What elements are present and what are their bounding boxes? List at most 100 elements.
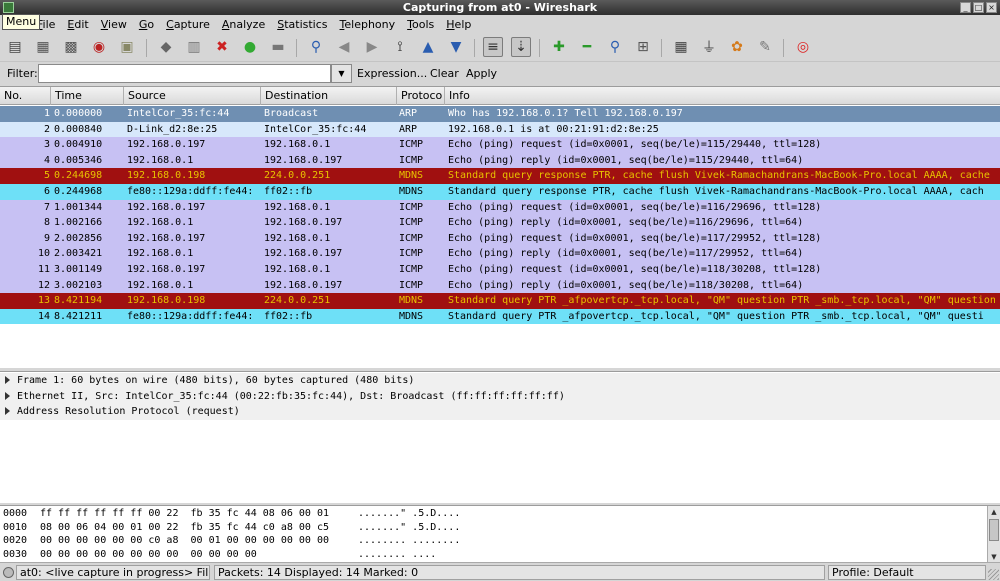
menu-go[interactable]: Go — [139, 18, 154, 31]
table-row[interactable]: 9 2.002856 192.168.0.197 192.168.0.1 ICMP Ech… — [0, 230, 1000, 247]
table-row[interactable]: 14 8.421211 fe80::129a:ddff:fe44: ff02::fb M… — [0, 308, 1000, 325]
cell-time: 8.421211 — [54, 310, 103, 322]
help-icon[interactable]: ◎ — [793, 37, 813, 57]
column-info[interactable]: Info — [445, 87, 1000, 105]
clear-button[interactable]: Clear — [430, 67, 459, 80]
toolbar-separator — [296, 39, 297, 57]
go-to-packet-icon[interactable]: ⟟ — [390, 37, 410, 57]
stop-capture-icon[interactable]: ◉ — [89, 37, 109, 57]
column-protocol[interactable]: Protoco — [397, 87, 445, 105]
menu-statistics[interactable]: Statistics — [277, 18, 327, 31]
reload-icon[interactable]: ● — [240, 37, 260, 57]
table-row[interactable]: 13 8.421194 192.168.0.198 224.0.0.251 MDNS St… — [0, 293, 1000, 309]
cell-no: 4 — [43, 154, 50, 166]
detail-tree-item[interactable]: Address Resolution Protocol (request) — [0, 404, 1000, 420]
save-file-icon[interactable]: ▥ — [184, 37, 204, 57]
zoom-out-icon[interactable]: ━ — [577, 37, 597, 57]
table-row[interactable]: 5 0.244698 192.168.0.198 224.0.0.251 MDNS Sta… — [0, 168, 1000, 184]
close-window-button[interactable]: × — [986, 2, 997, 13]
interfaces-icon[interactable]: ▤ — [5, 37, 25, 57]
cell-src: 192.168.0.197 — [127, 139, 206, 151]
bytes-hex: 00 00 00 00 00 00 00 00 00 00 00 00 — [40, 548, 257, 560]
start-capture-icon[interactable]: ▩ — [61, 37, 81, 57]
expression-button[interactable]: Expression... — [357, 67, 427, 80]
menu-view[interactable]: View — [101, 18, 127, 31]
bytes-offset: 0030 — [3, 548, 28, 560]
go-first-icon[interactable]: ▲ — [418, 37, 438, 57]
cell-info: Echo (ping) request (id=0x0001, seq(be/l… — [448, 232, 822, 244]
expert-info-icon[interactable] — [3, 567, 14, 578]
filter-input[interactable] — [38, 64, 331, 83]
cell-dst: 192.168.0.1 — [264, 232, 331, 244]
bytes-scrollbar[interactable]: ▲ ▼ — [987, 506, 1000, 563]
expand-arrow-icon[interactable] — [5, 391, 10, 400]
column-source[interactable]: Source — [124, 87, 261, 105]
table-row[interactable]: 4 0.005346 192.168.0.1 192.168.0.197 ICMP Ech… — [0, 152, 1000, 169]
close-file-icon[interactable]: ✖ — [212, 37, 232, 57]
print-icon[interactable]: ▬ — [268, 37, 288, 57]
column-destination[interactable]: Destination — [261, 87, 397, 105]
cell-time: 1.001344 — [54, 201, 103, 213]
packet-bytes-pane[interactable]: 0000 ff ff ff ff ff ff 00 22 fb 35 fc 44 … — [0, 505, 1000, 563]
cell-info: Standard query response PTR, cache flush… — [448, 170, 990, 182]
coloring-rules-icon[interactable]: ✿ — [727, 37, 747, 57]
scrollbar-thumb[interactable] — [989, 519, 999, 541]
cell-dst: ff02::fb — [264, 186, 313, 197]
table-row[interactable]: 1 0.000000 IntelCor_35:fc:44 Broadcast ARP Wh… — [0, 106, 1000, 122]
open-file-icon[interactable]: ◆ — [156, 37, 176, 57]
go-forward-icon[interactable]: ▶ — [362, 37, 382, 57]
capture-options-icon[interactable]: ▦ — [33, 37, 53, 57]
table-row[interactable]: 7 1.001344 192.168.0.197 192.168.0.1 ICMP Ech… — [0, 199, 1000, 216]
expand-arrow-icon[interactable] — [5, 376, 10, 384]
normal-size-icon[interactable]: ⚲ — [605, 37, 625, 57]
cell-time: 3.002103 — [54, 279, 103, 291]
cell-proto: ICMP — [399, 217, 424, 229]
cell-info: Echo (ping) reply (id=0x0001, seq(be/le)… — [448, 279, 804, 291]
maximize-button[interactable]: □ — [973, 2, 984, 13]
menu-help[interactable]: Help — [446, 18, 471, 31]
go-back-icon[interactable]: ◀ — [334, 37, 354, 57]
table-row[interactable]: 2 0.000840 D-Link_d2:8e:25 IntelCor_35:fc:4… — [0, 121, 1000, 138]
menu-tools[interactable]: Tools — [407, 18, 434, 31]
cell-proto: MDNS — [399, 310, 424, 322]
find-packet-icon[interactable]: ⚲ — [306, 37, 326, 57]
cell-time: 2.002856 — [54, 232, 103, 244]
profile-status[interactable]: Profile: Default — [828, 565, 986, 580]
packet-list[interactable]: No. Time Source Destination Protoco Info… — [0, 86, 1000, 368]
detail-tree-item[interactable]: Ethernet II, Src: IntelCor_35:fc:44 (00:… — [0, 388, 1000, 404]
auto-scroll-icon[interactable]: ⇣ — [511, 37, 531, 57]
table-row[interactable]: 6 0.244968 fe80::129a:ddff:fe44: ff02::fb MD… — [0, 184, 1000, 200]
menu-edit[interactable]: Edit — [67, 18, 88, 31]
column-no[interactable]: No. — [0, 87, 51, 105]
cell-dst: 192.168.0.1 — [264, 264, 331, 275]
cell-proto: MDNS — [399, 186, 424, 197]
zoom-in-icon[interactable]: ✚ — [549, 37, 569, 57]
capture-filters-icon[interactable]: ▦ — [671, 37, 691, 57]
preferences-icon[interactable]: ✎ — [755, 37, 775, 57]
apply-button[interactable]: Apply — [466, 67, 497, 80]
column-time[interactable]: Time — [51, 87, 124, 105]
display-filters-icon[interactable]: ⏚ — [699, 37, 719, 57]
table-row[interactable]: 3 0.004910 192.168.0.197 192.168.0.1 ICMP Ech… — [0, 137, 1000, 153]
menu-telephony[interactable]: Telephony — [340, 18, 396, 31]
packet-details-pane[interactable]: Frame 1: 60 bytes on wire (480 bits), 60… — [0, 371, 1000, 503]
expand-arrow-icon[interactable] — [5, 407, 10, 415]
table-row[interactable]: 11 3.001149 192.168.0.197 192.168.0.1 ICMP Ec… — [0, 262, 1000, 278]
cell-src: 192.168.0.198 — [127, 295, 206, 307]
colorize-icon[interactable]: ≡ — [483, 37, 503, 57]
table-row[interactable]: 10 2.003421 192.168.0.1 192.168.0.197 ICMP Ec… — [0, 246, 1000, 262]
minimize-button[interactable]: _ — [960, 2, 971, 13]
filter-dropdown-button[interactable]: ▼ — [331, 64, 352, 83]
restart-capture-icon[interactable]: ▣ — [117, 37, 137, 57]
go-last-icon[interactable]: ▼ — [446, 37, 466, 57]
scroll-up-icon[interactable]: ▲ — [989, 507, 999, 517]
table-row[interactable]: 8 1.002166 192.168.0.1 192.168.0.197 ICMP Ech… — [0, 215, 1000, 231]
menu-analyze[interactable]: Analyze — [222, 18, 265, 31]
menu-capture[interactable]: Capture — [166, 18, 210, 31]
cell-info: Standard query response PTR, cache flush… — [448, 186, 984, 197]
detail-tree-item[interactable]: Frame 1: 60 bytes on wire (480 bits), 60… — [0, 373, 1000, 389]
table-row[interactable]: 12 3.002103 192.168.0.1 192.168.0.197 ICMP Ec… — [0, 277, 1000, 294]
resize-grip-icon[interactable] — [988, 569, 999, 580]
scroll-down-icon[interactable]: ▼ — [989, 552, 999, 562]
resize-columns-icon[interactable]: ⊞ — [633, 37, 653, 57]
